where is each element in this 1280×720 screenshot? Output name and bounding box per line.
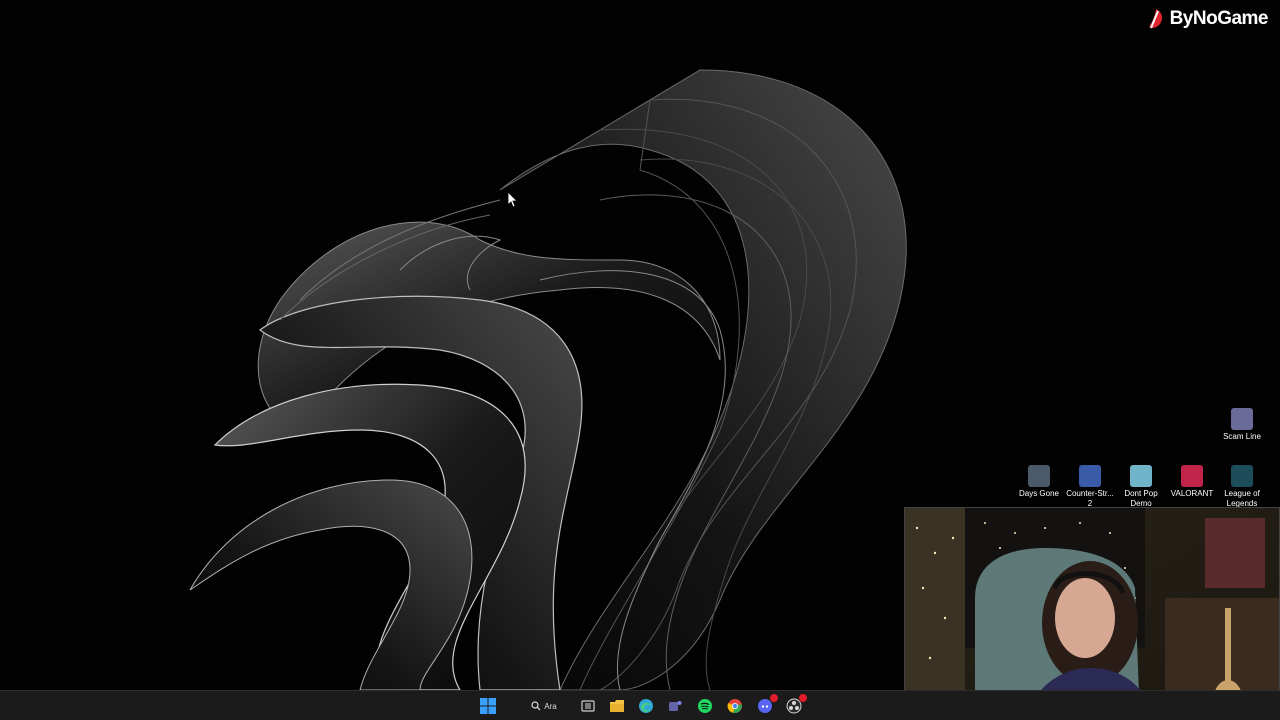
days-gone-icon	[1028, 465, 1050, 487]
desktop-icon-counter-strike[interactable]: Counter-Str... 2	[1064, 465, 1116, 509]
bynogame-watermark: ByNoGame	[1146, 8, 1269, 30]
windows-icon	[480, 698, 496, 714]
desktop-icon-label: Days Gone	[1018, 489, 1060, 498]
teams-icon	[669, 701, 682, 711]
desktop-icon-label: Scam Line	[1223, 432, 1261, 441]
desktop-icon-label: Counter-Str... 2	[1066, 489, 1114, 508]
counter-strike-icon	[1079, 465, 1101, 487]
task-view-icon	[581, 700, 595, 712]
desktop-icon-days-gone[interactable]: Days Gone	[1013, 465, 1065, 499]
desktop-icon-scam-line[interactable]: Scam Line	[1216, 408, 1268, 442]
edge-button[interactable]	[636, 696, 656, 716]
scam-line-icon	[1231, 408, 1253, 430]
obs-button[interactable]	[784, 694, 807, 716]
desktop-icon-valorant[interactable]: VALORANT	[1166, 465, 1218, 499]
mouse-cursor-icon	[507, 191, 518, 208]
folder-icon	[610, 700, 624, 712]
desktop-icon-label: League of Legends	[1224, 489, 1260, 508]
spotify-icon	[698, 699, 712, 713]
start-button[interactable]	[478, 696, 498, 716]
valorant-icon	[1181, 465, 1203, 487]
dont-pop-demo-icon	[1130, 465, 1152, 487]
webcam-overlay	[904, 507, 1280, 720]
league-of-legends-icon	[1231, 465, 1253, 487]
chrome-icon	[727, 699, 742, 714]
spotify-button[interactable]	[695, 696, 715, 716]
desktop-icon-label: VALORANT	[1170, 489, 1214, 498]
teams-button[interactable]	[665, 696, 685, 716]
discord-button[interactable]	[755, 694, 778, 716]
taskbar-search-label: Ara	[544, 701, 557, 711]
task-view-button[interactable]	[578, 696, 598, 716]
file-explorer-button[interactable]	[607, 696, 627, 716]
webcam-feed-image	[905, 508, 1279, 719]
taskbar-search-button[interactable]: Ara	[520, 697, 568, 715]
taskbar: Ara	[0, 690, 1280, 720]
bynogame-logo-icon	[1148, 9, 1162, 29]
search-icon	[531, 701, 541, 711]
desktop-icon-dont-pop-demo[interactable]: Dont Pop Demo	[1115, 465, 1167, 509]
bynogame-logo-text: ByNoGame	[1169, 8, 1269, 29]
desktop-icon-label: Dont Pop Demo	[1124, 489, 1158, 508]
edge-icon	[639, 699, 653, 713]
desktop-icon-league-of-legends[interactable]: League of Legends	[1216, 465, 1268, 509]
obs-recording-badge-icon	[799, 694, 807, 702]
chrome-button[interactable]	[725, 696, 745, 716]
discord-notification-badge-icon	[770, 694, 778, 702]
